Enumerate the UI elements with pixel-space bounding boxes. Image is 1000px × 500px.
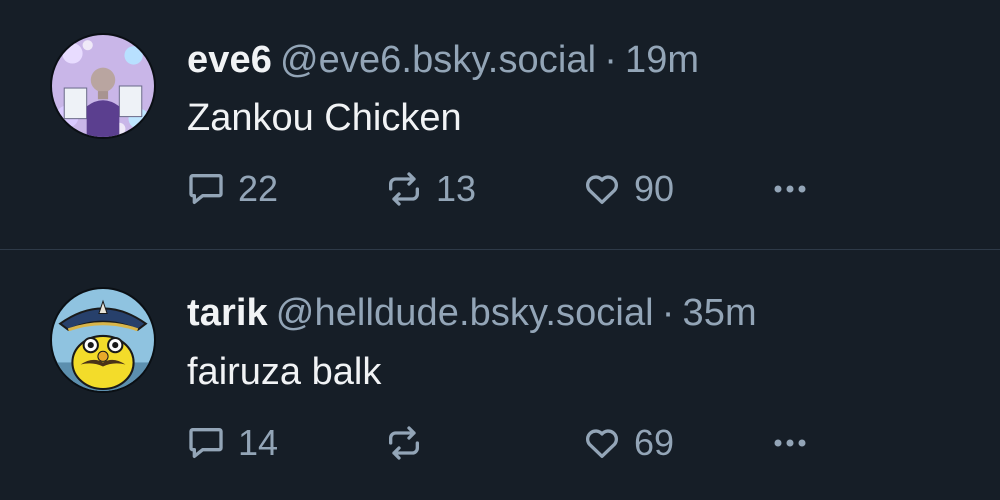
separator-dot: ·	[661, 292, 675, 334]
post-header: tarik @helldude.bsky.social · 35m	[187, 292, 757, 335]
like-button[interactable]: 69	[582, 420, 674, 466]
post-actions: 14 69	[186, 420, 846, 466]
avatar[interactable]	[50, 287, 156, 393]
heart-icon	[586, 429, 618, 458]
repost-arrows-icon	[389, 426, 419, 460]
avatar-image-tarik	[52, 289, 154, 391]
post-text: fairuza balk	[187, 351, 382, 393]
display-name[interactable]: tarik	[187, 292, 268, 334]
like-count: 69	[634, 422, 675, 463]
user-handle[interactable]: @helldude.bsky.social	[276, 292, 654, 334]
post-timestamp[interactable]: 35m	[683, 292, 757, 334]
ellipsis-icon	[774, 439, 806, 447]
more-options-button[interactable]	[766, 420, 814, 466]
reply-count: 14	[238, 422, 279, 463]
post-item[interactable]: tarik @helldude.bsky.social · 35m fairuza b…	[0, 0, 1000, 463]
repost-button[interactable]	[384, 420, 436, 466]
reply-button[interactable]: 14	[186, 420, 278, 466]
speech-bubble-icon	[189, 428, 223, 458]
post-feed: eve6 @eve6.bsky.social · 19m Zankou Chicken…	[0, 0, 1000, 500]
